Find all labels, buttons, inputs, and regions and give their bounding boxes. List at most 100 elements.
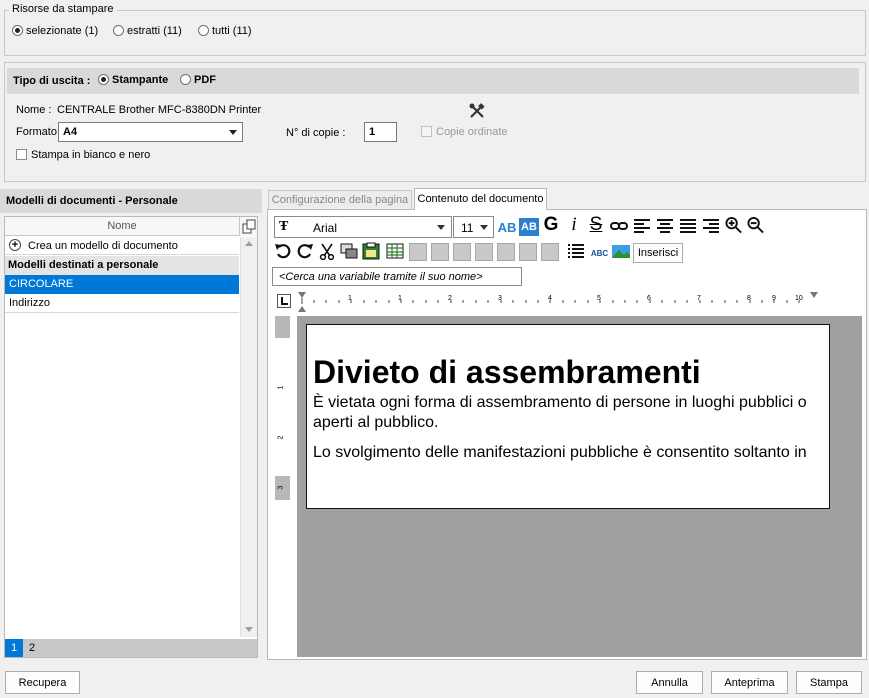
page-2[interactable]: 2 — [25, 639, 39, 657]
copy-format-icon[interactable] — [340, 242, 358, 260]
ruler-label: 8 — [747, 295, 751, 302]
vruler-label: 2 — [277, 435, 285, 440]
modelli-title: Modelli di documenti - Personale — [6, 195, 178, 207]
ruler-label: 1 — [348, 295, 352, 302]
size-select[interactable]: 11 — [453, 216, 494, 238]
align-justify-icon[interactable] — [679, 217, 697, 235]
variable-search-placeholder: <Cerca una variabile tramite il suo nome… — [279, 271, 483, 283]
scroll-up-icon[interactable] — [245, 241, 253, 246]
radio-stampante[interactable]: Stampante — [98, 74, 168, 86]
insert-col-right-icon[interactable] — [497, 243, 515, 261]
spellcheck-icon[interactable]: ABC — [589, 244, 610, 262]
highlight-uppercase-icon[interactable]: AB — [519, 218, 539, 236]
paste-icon[interactable] — [362, 242, 380, 260]
radio-estratti-dot[interactable] — [113, 25, 124, 36]
insert-row-below-icon[interactable] — [431, 243, 449, 261]
cut-icon[interactable] — [318, 242, 336, 260]
recupera-button[interactable]: Recupera — [5, 671, 80, 694]
insert-col-left-icon[interactable] — [475, 243, 493, 261]
tab-configurazione-label: Configurazione della pagina — [271, 194, 409, 206]
copie-ordinate: Copie ordinate — [421, 126, 508, 138]
align-right-icon[interactable] — [702, 217, 720, 235]
list-item-indirizzo[interactable]: Indirizzo — [5, 294, 239, 313]
tab-contenuto[interactable]: Contenuto del documento — [414, 188, 547, 210]
bullet-list-icon[interactable] — [567, 242, 585, 260]
radio-tutti-label: tutti (11) — [212, 25, 252, 37]
ruler-label: 3 — [498, 295, 502, 302]
radio-pdf[interactable]: PDF — [180, 74, 216, 86]
modelli-header: Modelli di documenti - Personale — [0, 189, 262, 213]
uscita-title: Tipo di uscita : — [13, 75, 91, 87]
ruler-label: 9 — [772, 295, 776, 302]
insert-button[interactable]: Inserisci — [633, 243, 683, 263]
modelli-column-header[interactable]: Nome — [5, 217, 239, 236]
ruler-label: 1 — [398, 295, 402, 302]
annulla-button[interactable]: Annulla — [636, 671, 703, 694]
ruler-label: 4 — [548, 295, 552, 302]
anteprima-label: Anteprima — [724, 676, 775, 689]
copie-label: N° di copie : — [286, 127, 346, 139]
radio-stampante-label: Stampante — [112, 74, 169, 86]
radio-tutti[interactable]: tutti (11) — [198, 25, 252, 37]
strikethrough-icon[interactable]: S — [587, 214, 605, 235]
document-page[interactable]: Divieto di assembramenti È vietata ogni … — [306, 324, 830, 509]
list-item-circolare[interactable]: CIRCOLARE — [5, 275, 239, 294]
radio-estratti[interactable]: estratti (11) — [113, 25, 182, 37]
tools-icon[interactable] — [468, 102, 486, 120]
zoom-in-icon[interactable] — [725, 216, 743, 234]
align-left-icon[interactable] — [633, 217, 651, 235]
document-heading: Divieto di assembramenti — [313, 354, 701, 390]
insert-table-icon[interactable] — [386, 242, 404, 260]
copie-input[interactable]: 1 — [364, 122, 397, 142]
page-1[interactable]: 1 — [5, 639, 23, 657]
plus-circle-icon: + — [9, 239, 21, 251]
delete-col-icon[interactable] — [519, 243, 537, 261]
scroll-down-icon[interactable] — [245, 627, 253, 632]
variable-search-input[interactable]: <Cerca una variabile tramite il suo nome… — [272, 267, 522, 286]
radio-selezionate-label: selezionate (1) — [26, 25, 99, 37]
list-item-label: CIRCOLARE — [9, 278, 74, 290]
anteprima-button[interactable]: Anteprima — [711, 671, 788, 694]
create-model-row[interactable]: + Crea un modello di documento — [5, 236, 239, 255]
italic-icon[interactable]: i — [565, 214, 583, 235]
radio-selezionate[interactable]: selezionate (1) — [12, 25, 98, 37]
radio-estratti-label: estratti (11) — [127, 25, 182, 37]
bianco-nero-checkbox[interactable] — [16, 149, 27, 160]
copy-icon[interactable] — [239, 217, 257, 236]
bianco-nero-label: Stampa in bianco e nero — [31, 149, 151, 161]
insert-row-above-icon[interactable] — [409, 243, 427, 261]
modelli-group-row: Modelli destinati a personale — [5, 256, 239, 275]
bold-icon[interactable]: G — [542, 214, 560, 235]
radio-pdf-label: PDF — [194, 74, 216, 86]
undo-icon[interactable] — [274, 242, 292, 260]
tab-stop-icon[interactable] — [277, 294, 291, 308]
delete-row-icon[interactable] — [453, 243, 471, 261]
insert-button-label: Inserisci — [637, 247, 679, 259]
link-icon[interactable] — [610, 217, 628, 235]
font-select[interactable]: Ŧ Arial — [274, 216, 452, 238]
radio-stampante-dot[interactable] — [98, 74, 109, 85]
font-value: Arial — [313, 221, 338, 235]
insert-image-icon[interactable] — [611, 242, 631, 260]
stampa-label: Stampa — [810, 676, 848, 689]
redo-icon[interactable] — [296, 242, 314, 260]
formato-select[interactable]: A4 — [58, 122, 243, 142]
bianco-nero[interactable]: Stampa in bianco e nero — [16, 149, 150, 161]
tab-configurazione[interactable]: Configurazione della pagina — [268, 190, 412, 209]
list-scrollbar[interactable] — [240, 237, 257, 637]
ruler-label: 6 — [647, 295, 651, 302]
radio-tutti-dot[interactable] — [198, 25, 209, 36]
radio-pdf-dot[interactable] — [180, 74, 191, 85]
merge-cells-icon[interactable] — [541, 243, 559, 261]
vertical-ruler: 1 2 3 — [275, 316, 290, 500]
stampa-button[interactable]: Stampa — [796, 671, 862, 694]
zoom-out-icon[interactable] — [747, 216, 765, 234]
radio-selezionate-dot[interactable] — [12, 25, 23, 36]
align-center-icon[interactable] — [656, 217, 674, 235]
ruler-label: 5 — [597, 295, 601, 302]
copie-ordinate-label: Copie ordinate — [436, 126, 508, 138]
nome-label: Nome : — [16, 104, 52, 116]
tab-contenuto-label: Contenuto del documento — [417, 193, 544, 205]
annulla-label: Annulla — [651, 676, 688, 689]
uppercase-icon[interactable]: AB — [498, 218, 517, 236]
